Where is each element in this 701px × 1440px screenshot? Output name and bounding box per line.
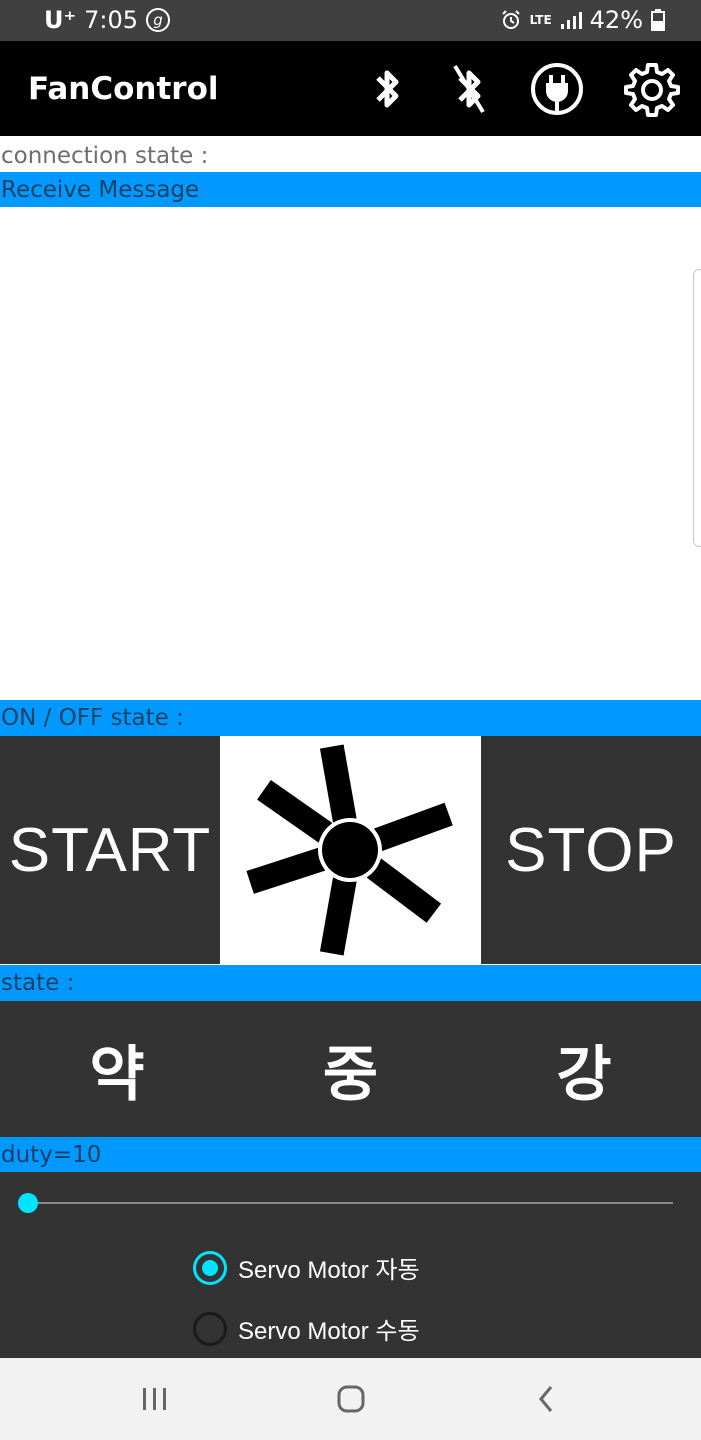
stop-button[interactable]: STOP bbox=[481, 736, 701, 964]
app-title: FanControl bbox=[28, 71, 219, 107]
power-plug-icon[interactable] bbox=[529, 61, 585, 117]
servo-manual-label: Servo Motor 수동 bbox=[238, 1318, 420, 1345]
recent-apps-icon[interactable] bbox=[130, 1378, 180, 1420]
connection-state-label: connection state : bbox=[0, 138, 701, 174]
back-icon[interactable] bbox=[521, 1378, 571, 1420]
speed-medium-button[interactable]: 중 bbox=[234, 1001, 467, 1137]
navigation-bar bbox=[0, 1358, 701, 1440]
battery-icon bbox=[651, 9, 665, 31]
speed-medium-label: 중 bbox=[322, 1039, 379, 1110]
servo-auto-radio[interactable] bbox=[193, 1250, 227, 1285]
edge-panel-handle[interactable] bbox=[693, 269, 701, 547]
bluetooth-icon[interactable] bbox=[359, 61, 415, 117]
signal-icon bbox=[560, 12, 582, 29]
speed-low-label: 약 bbox=[89, 1039, 145, 1110]
settings-gear-icon[interactable] bbox=[624, 61, 680, 117]
battery-percent: 42% bbox=[589, 6, 643, 34]
speed-high-label: 강 bbox=[556, 1039, 612, 1110]
stop-button-label: STOP bbox=[505, 815, 677, 885]
duty-slider-track[interactable] bbox=[28, 1202, 673, 1204]
receive-message-area[interactable] bbox=[0, 207, 701, 700]
alarm-icon bbox=[501, 10, 520, 29]
start-button-label: START bbox=[8, 815, 212, 885]
clock: 7:05 bbox=[84, 6, 139, 34]
on-off-state-label: ON / OFF state : bbox=[0, 700, 701, 736]
servo-manual-radio[interactable] bbox=[193, 1311, 227, 1346]
duty-slider-thumb[interactable] bbox=[18, 1193, 38, 1213]
duty-label: duty=10 bbox=[0, 1137, 701, 1173]
servo-auto-label: Servo Motor 자동 bbox=[238, 1257, 420, 1284]
fan-icon bbox=[246, 744, 453, 956]
speed-high-button[interactable]: 강 bbox=[467, 1001, 701, 1137]
g-icon: g bbox=[146, 8, 171, 32]
servo-auto-option[interactable]: Servo Motor 자동 bbox=[193, 1250, 420, 1285]
app-bar: FanControl bbox=[0, 41, 701, 136]
bluetooth-disabled-icon[interactable] bbox=[441, 61, 497, 117]
fan-image bbox=[220, 736, 481, 964]
carrier-label: U⁺ bbox=[44, 6, 77, 34]
servo-manual-option[interactable]: Servo Motor 수동 bbox=[193, 1311, 420, 1346]
start-button[interactable]: START bbox=[0, 736, 220, 964]
home-icon[interactable] bbox=[326, 1378, 376, 1420]
state-label: state : bbox=[0, 965, 701, 1001]
receive-message-header: Receive Message bbox=[0, 172, 701, 208]
network-type: LTE bbox=[529, 13, 552, 27]
control-panel: Servo Motor 자동 Servo Motor 수동 bbox=[0, 1172, 701, 1358]
speed-low-button[interactable]: 약 bbox=[0, 1001, 234, 1137]
status-bar: U⁺ 7:05 g LTE 42% bbox=[0, 0, 701, 41]
